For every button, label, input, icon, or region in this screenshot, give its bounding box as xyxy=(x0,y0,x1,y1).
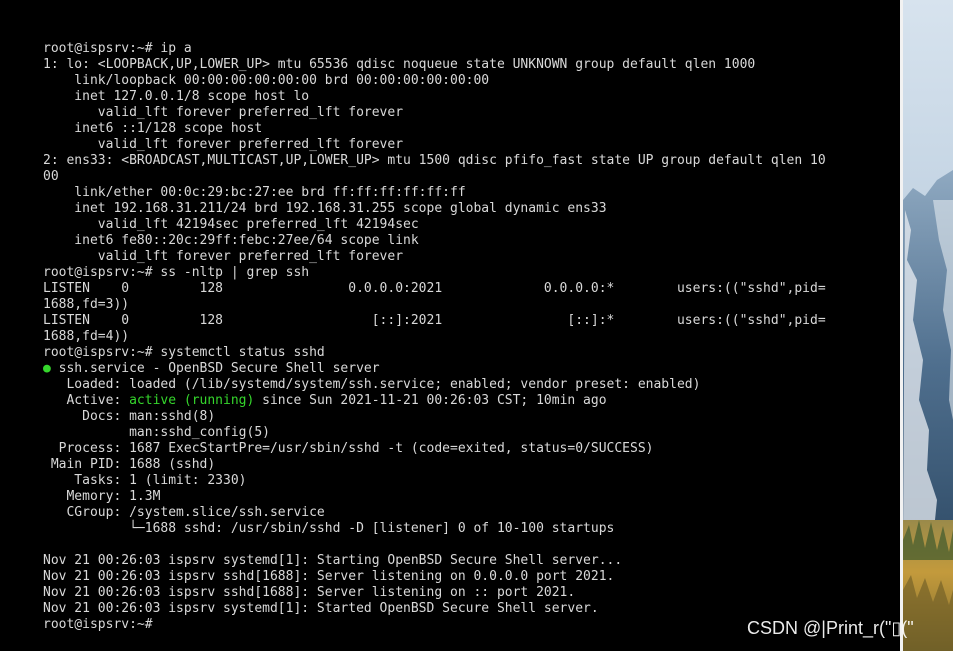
terminal-line: root@ispsrv:~# systemctl status sshd xyxy=(43,345,325,360)
terminal-line: valid_lft forever preferred_lft forever xyxy=(43,249,404,264)
service-name: ssh.service - OpenBSD Secure Shell serve… xyxy=(50,361,380,376)
terminal-line: valid_lft forever preferred_lft forever xyxy=(43,105,404,120)
terminal-line: CGroup: /system.slice/ssh.service xyxy=(43,505,325,520)
terminal-line: Loaded: loaded (/lib/systemd/system/ssh.… xyxy=(43,377,701,392)
terminal-line: LISTEN 0 128 [::]:2021 [::]:* users:(("s… xyxy=(43,313,826,328)
terminal-line: inet6 ::1/128 scope host xyxy=(43,121,263,136)
terminal-line: man:sshd_config(5) xyxy=(43,425,270,440)
terminal-line: 00 xyxy=(43,169,59,184)
terminal-line: Nov 21 00:26:03 ispsrv sshd[1688]: Serve… xyxy=(43,585,576,600)
terminal-line: Process: 1687 ExecStartPre=/usr/sbin/ssh… xyxy=(43,441,654,456)
terminal-output: root@ispsrv:~# ip a 1: lo: <LOOPBACK,UP,… xyxy=(43,41,826,633)
terminal-line: Nov 21 00:26:03 ispsrv systemd[1]: Start… xyxy=(43,601,599,616)
terminal-line: valid_lft forever preferred_lft forever xyxy=(43,137,404,152)
terminal-line: Memory: 1.3M xyxy=(43,489,161,504)
terminal-line: inet 192.168.31.211/24 brd 192.168.31.25… xyxy=(43,201,607,216)
terminal-line: └─1688 sshd: /usr/sbin/sshd -D [listener… xyxy=(43,521,615,536)
terminal-line: inet 127.0.0.1/8 scope host lo xyxy=(43,89,310,104)
terminal-line: LISTEN 0 128 0.0.0.0:2021 0.0.0.0:* user… xyxy=(43,281,826,296)
terminal-line: link/ether 00:0c:29:bc:27:ee brd ff:ff:f… xyxy=(43,185,466,200)
terminal-line: Main PID: 1688 (sshd) xyxy=(43,457,216,472)
terminal-line: 1688,fd=3)) xyxy=(43,297,130,312)
terminal-line: inet6 fe80::20c:29ff:febc:27ee/64 scope … xyxy=(43,233,419,248)
terminal-line: Tasks: 1 (limit: 2330) xyxy=(43,473,247,488)
terminal-line: link/loopback 00:00:00:00:00:00 brd 00:0… xyxy=(43,73,490,88)
csdn-watermark: CSDN @|Print_r("▯(" xyxy=(747,618,914,638)
active-status-line: Active: active (running) since Sun 2021-… xyxy=(43,393,826,409)
terminal-line: Nov 21 00:26:03 ispsrv systemd[1]: Start… xyxy=(43,553,623,568)
terminal-line: root@ispsrv:~# ss -nltp | grep ssh xyxy=(43,265,310,280)
service-status-line: ● ssh.service - OpenBSD Secure Shell ser… xyxy=(43,361,826,377)
desktop-wallpaper-image xyxy=(903,0,953,651)
command-prompt[interactable]: root@ispsrv:~# xyxy=(43,617,826,633)
terminal-line: 1: lo: <LOOPBACK,UP,LOWER_UP> mtu 65536 … xyxy=(43,57,756,72)
active-label: Active: xyxy=(43,393,130,408)
terminal-line: Docs: man:sshd(8) xyxy=(43,409,216,424)
terminal-line: 2: ens33: <BROADCAST,MULTICAST,UP,LOWER_… xyxy=(43,153,826,168)
terminal-line: 1688,fd=4)) xyxy=(43,329,130,344)
mountain-landscape-image xyxy=(903,0,953,651)
active-state: active (running) xyxy=(129,393,255,408)
status-bullet-icon: ● xyxy=(43,361,51,376)
terminal-window[interactable]: root@ispsrv:~# ip a 1: lo: <LOOPBACK,UP,… xyxy=(0,0,900,651)
terminal-line: Nov 21 00:26:03 ispsrv sshd[1688]: Serve… xyxy=(43,569,615,584)
terminal-line: root@ispsrv:~# ip a xyxy=(43,41,192,56)
terminal-line: valid_lft 42194sec preferred_lft 42194se… xyxy=(43,217,419,232)
active-since: since Sun 2021-11-21 00:26:03 CST; 10min… xyxy=(254,393,607,408)
